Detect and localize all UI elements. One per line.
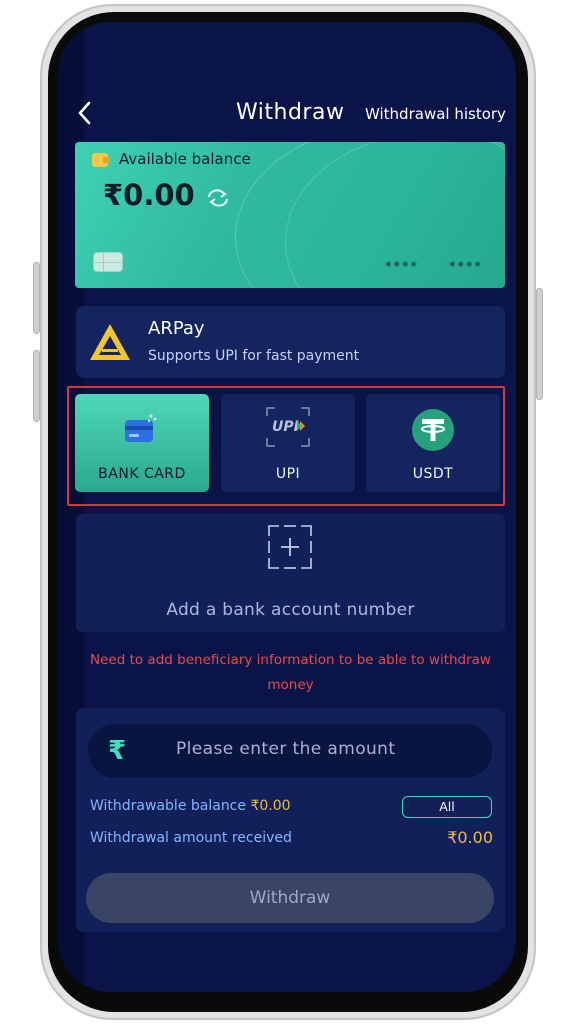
volume-down-button bbox=[33, 350, 40, 422]
back-arrow-icon[interactable] bbox=[73, 98, 97, 128]
balance-card: Available balance ₹0.00 **** **** bbox=[75, 142, 505, 288]
provider-subtitle: Supports UPI for fast payment bbox=[148, 348, 360, 364]
amount-placeholder: Please enter the amount bbox=[176, 739, 396, 759]
withdrawable-balance-label: Withdrawable balance ₹0.00 bbox=[90, 798, 291, 814]
refresh-icon[interactable] bbox=[205, 188, 231, 208]
bank-card-icon bbox=[125, 414, 157, 442]
add-plus-icon bbox=[268, 525, 312, 569]
amount-input[interactable]: ₹ Please enter the amount bbox=[88, 724, 492, 778]
withdraw-amount-panel: ₹ Please enter the amount Withdrawable b… bbox=[76, 708, 505, 932]
svg-text:UPI: UPI bbox=[272, 419, 299, 435]
upi-icon: UPI bbox=[266, 407, 310, 447]
method-label: BANK CARD bbox=[98, 466, 186, 482]
card-number-mask: **** bbox=[449, 260, 483, 275]
wallet-icon bbox=[92, 153, 110, 167]
arpay-logo-icon bbox=[90, 324, 130, 360]
power-button bbox=[536, 288, 543, 400]
card-chip-icon bbox=[93, 252, 123, 272]
method-bank-card[interactable]: BANK CARD bbox=[75, 394, 209, 492]
method-label: USDT bbox=[412, 466, 454, 482]
withdrawable-balance-value: ₹0.00 bbox=[250, 798, 291, 814]
balance-amount: ₹0.00 bbox=[103, 178, 195, 212]
method-label: UPI bbox=[275, 466, 301, 482]
payment-provider-card[interactable]: ARPay Supports UPI for fast payment bbox=[76, 306, 505, 378]
add-bank-account-label: Add a bank account number bbox=[166, 600, 415, 620]
available-balance-label: Available balance bbox=[119, 150, 251, 168]
page-title: Withdraw bbox=[236, 100, 345, 125]
add-bank-account-button[interactable]: Add a bank account number bbox=[76, 514, 505, 632]
card-number-mask: **** bbox=[385, 260, 419, 275]
beneficiary-warning: Need to add beneficiary information to b… bbox=[90, 652, 491, 693]
volume-up-button bbox=[33, 262, 40, 334]
tether-icon bbox=[412, 409, 454, 451]
received-amount-label: Withdrawal amount received bbox=[90, 830, 292, 846]
provider-name: ARPay bbox=[148, 318, 205, 339]
withdrawal-history-link[interactable]: Withdrawal history bbox=[365, 105, 506, 123]
rupee-icon: ₹ bbox=[108, 736, 127, 766]
method-usdt[interactable]: USDT bbox=[366, 394, 500, 492]
method-upi[interactable]: UPI UPI bbox=[221, 394, 355, 492]
withdraw-all-button[interactable]: All bbox=[402, 796, 492, 818]
received-amount-value: ₹0.00 bbox=[447, 828, 493, 847]
withdraw-button[interactable]: Withdraw bbox=[86, 873, 494, 923]
